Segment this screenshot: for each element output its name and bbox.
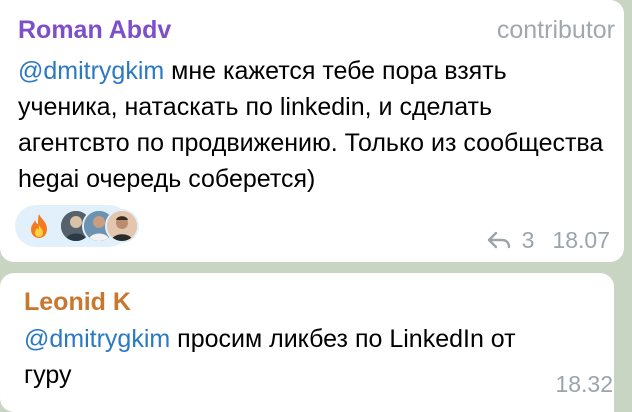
reply-arrow-icon[interactable] [486, 230, 512, 250]
message-author[interactable]: Leonid K [24, 287, 131, 317]
message-meta: 3 18.07 [486, 226, 610, 254]
message-text-rest: гуру [24, 361, 72, 389]
message-time: 18.07 [552, 227, 610, 253]
message-text-line: просим ликбез по LinkedIn от [170, 325, 516, 353]
message-time: 18.32 [555, 371, 613, 397]
reaction-chip[interactable] [15, 205, 139, 247]
reply-count[interactable]: 3 [522, 226, 535, 254]
user-mention[interactable]: @dmitrygkim [24, 325, 170, 353]
message-text: @dmitrygkim просим ликбез по LinkedIn от… [24, 321, 599, 393]
fire-icon [31, 214, 47, 238]
author-role-badge: contributor [496, 16, 615, 44]
user-mention[interactable]: @dmitrygkim [18, 57, 164, 85]
message-author[interactable]: Roman Abdv [18, 15, 171, 45]
message-text-rest: ученика, натаскать по linkedin, и сделат… [18, 93, 604, 193]
reactor-avatar [105, 209, 139, 243]
message-text: @dmitrygkim мне кажется тебе пора взять … [18, 53, 608, 197]
message-text-line: мне кажется тебе пора взять [164, 57, 507, 85]
